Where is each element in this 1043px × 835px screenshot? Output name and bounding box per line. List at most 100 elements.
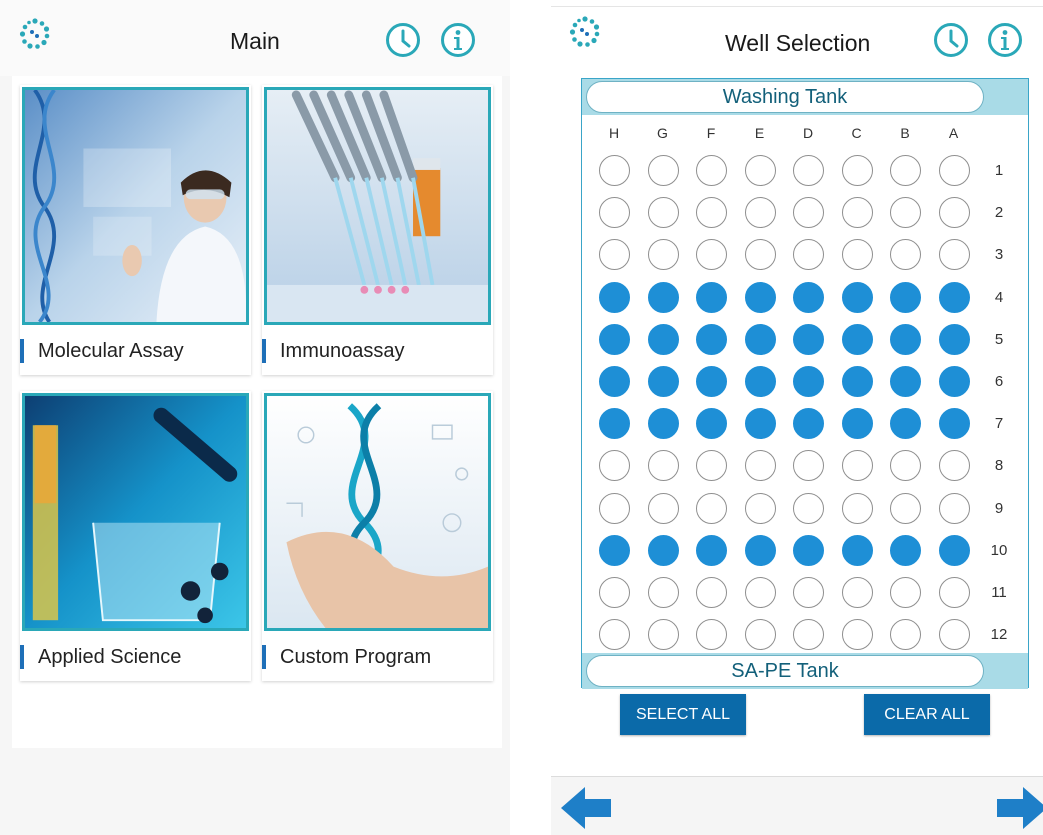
well-b8[interactable] bbox=[890, 450, 921, 482]
well-b12[interactable] bbox=[890, 619, 921, 651]
well-d10[interactable] bbox=[793, 534, 824, 566]
well-f12[interactable] bbox=[696, 619, 727, 651]
info-icon[interactable] bbox=[987, 22, 1023, 58]
well-h8[interactable] bbox=[599, 450, 630, 482]
well-h1[interactable] bbox=[599, 155, 630, 186]
well-e2[interactable] bbox=[744, 197, 776, 229]
well-g6[interactable] bbox=[647, 366, 679, 397]
well-d2[interactable] bbox=[793, 197, 824, 229]
well-e5[interactable] bbox=[744, 323, 776, 355]
well-g9[interactable] bbox=[647, 492, 679, 524]
well-b11[interactable] bbox=[890, 577, 921, 608]
well-e1[interactable] bbox=[744, 155, 776, 186]
well-a12[interactable] bbox=[938, 619, 970, 651]
well-g12[interactable] bbox=[647, 619, 679, 651]
well-d11[interactable] bbox=[793, 577, 824, 608]
well-d4[interactable] bbox=[793, 281, 824, 313]
arrow-right-icon[interactable] bbox=[995, 785, 1043, 831]
clock-icon[interactable] bbox=[933, 22, 969, 58]
well-b4[interactable] bbox=[890, 281, 921, 313]
well-b7[interactable] bbox=[890, 408, 921, 440]
well-d8[interactable] bbox=[793, 450, 824, 482]
well-e8[interactable] bbox=[744, 450, 776, 482]
well-f11[interactable] bbox=[696, 577, 727, 608]
well-f2[interactable] bbox=[696, 197, 727, 229]
well-c11[interactable] bbox=[841, 577, 873, 608]
well-a7[interactable] bbox=[938, 408, 970, 440]
well-f8[interactable] bbox=[696, 450, 727, 482]
well-e3[interactable] bbox=[744, 239, 776, 271]
well-a3[interactable] bbox=[938, 239, 970, 271]
well-f5[interactable] bbox=[696, 323, 727, 355]
well-h10[interactable] bbox=[599, 534, 630, 566]
well-a1[interactable] bbox=[938, 155, 970, 186]
well-c7[interactable] bbox=[841, 408, 873, 440]
well-g10[interactable] bbox=[647, 534, 679, 566]
well-f1[interactable] bbox=[696, 155, 727, 186]
well-b6[interactable] bbox=[890, 366, 921, 397]
well-e4[interactable] bbox=[744, 281, 776, 313]
well-f4[interactable] bbox=[696, 281, 727, 313]
clock-icon[interactable] bbox=[385, 22, 421, 58]
well-c8[interactable] bbox=[841, 450, 873, 482]
well-c4[interactable] bbox=[841, 281, 873, 313]
well-h3[interactable] bbox=[599, 239, 630, 271]
well-h4[interactable] bbox=[599, 281, 630, 313]
well-a10[interactable] bbox=[938, 534, 970, 566]
well-e11[interactable] bbox=[744, 577, 776, 608]
well-f6[interactable] bbox=[696, 366, 727, 397]
well-d7[interactable] bbox=[793, 408, 824, 440]
well-c10[interactable] bbox=[841, 534, 873, 566]
well-c5[interactable] bbox=[841, 323, 873, 355]
well-b1[interactable] bbox=[890, 155, 921, 186]
select-all-button[interactable]: SELECT ALL bbox=[620, 694, 746, 735]
well-a5[interactable] bbox=[938, 323, 970, 355]
arrow-left-icon[interactable] bbox=[559, 785, 613, 831]
well-a11[interactable] bbox=[938, 577, 970, 608]
well-c2[interactable] bbox=[841, 197, 873, 229]
well-d1[interactable] bbox=[793, 155, 824, 186]
well-e9[interactable] bbox=[744, 492, 776, 524]
card-molecular-assay[interactable]: Molecular Assay bbox=[20, 85, 251, 375]
well-a6[interactable] bbox=[938, 366, 970, 397]
well-e10[interactable] bbox=[744, 534, 776, 566]
well-g7[interactable] bbox=[647, 408, 679, 440]
well-h12[interactable] bbox=[599, 619, 630, 651]
card-immunoassay[interactable]: Immunoassay bbox=[262, 85, 493, 375]
well-g2[interactable] bbox=[647, 197, 679, 229]
well-f9[interactable] bbox=[696, 492, 727, 524]
well-h2[interactable] bbox=[599, 197, 630, 229]
well-h7[interactable] bbox=[599, 408, 630, 440]
well-b9[interactable] bbox=[890, 492, 921, 524]
sa-pe-tank-button[interactable]: SA-PE Tank bbox=[586, 655, 984, 687]
well-h5[interactable] bbox=[599, 323, 630, 355]
well-e12[interactable] bbox=[744, 619, 776, 651]
washing-tank-button[interactable]: Washing Tank bbox=[586, 81, 984, 113]
well-c9[interactable] bbox=[841, 492, 873, 524]
well-b5[interactable] bbox=[890, 323, 921, 355]
well-d12[interactable] bbox=[793, 619, 824, 651]
well-f3[interactable] bbox=[696, 239, 727, 271]
card-applied-science[interactable]: Applied Science bbox=[20, 391, 251, 681]
well-c3[interactable] bbox=[841, 239, 873, 271]
well-d9[interactable] bbox=[793, 492, 824, 524]
well-b2[interactable] bbox=[890, 197, 921, 229]
well-a4[interactable] bbox=[938, 281, 970, 313]
well-b3[interactable] bbox=[890, 239, 921, 271]
well-g4[interactable] bbox=[647, 281, 679, 313]
well-g8[interactable] bbox=[647, 450, 679, 482]
well-d5[interactable] bbox=[793, 323, 824, 355]
well-f10[interactable] bbox=[696, 534, 727, 566]
clear-all-button[interactable]: CLEAR ALL bbox=[864, 694, 990, 735]
well-h9[interactable] bbox=[599, 492, 630, 524]
well-e6[interactable] bbox=[744, 366, 776, 397]
well-c1[interactable] bbox=[841, 155, 873, 186]
well-d6[interactable] bbox=[793, 366, 824, 397]
card-custom-program[interactable]: Custom Program bbox=[262, 391, 493, 681]
well-c6[interactable] bbox=[841, 366, 873, 397]
well-a2[interactable] bbox=[938, 197, 970, 229]
well-g1[interactable] bbox=[647, 155, 679, 186]
well-a8[interactable] bbox=[938, 450, 970, 482]
well-h11[interactable] bbox=[599, 577, 630, 608]
well-g3[interactable] bbox=[647, 239, 679, 271]
